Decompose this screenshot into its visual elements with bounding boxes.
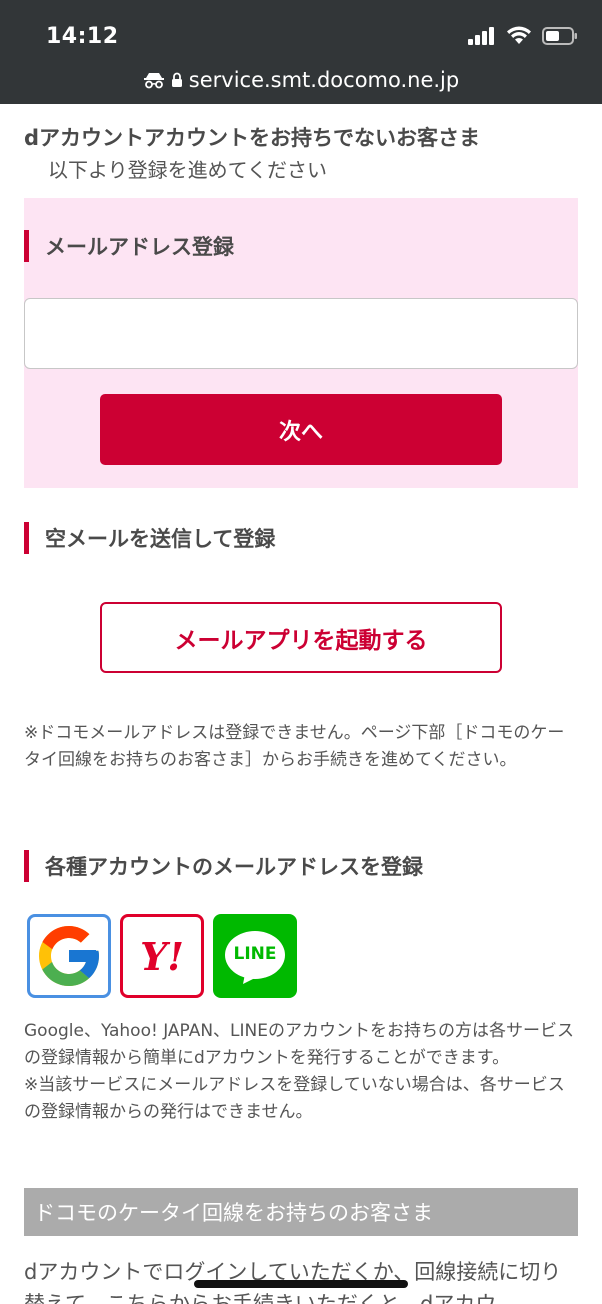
yahoo-logo-text: Y! (140, 933, 184, 979)
email-input[interactable] (24, 298, 578, 369)
docomo-line-section-band: ドコモのケータイ回線をお持ちのお客さま (24, 1188, 578, 1236)
heading-bar (24, 230, 29, 262)
wifi-icon (507, 26, 531, 44)
email-registration-panel: メールアドレス登録 次へ (24, 198, 578, 488)
account-icons-row: Y! LINE (27, 914, 297, 998)
url-text: service.smt.docomo.ne.jp (188, 68, 460, 92)
line-logo-text: LINE (233, 944, 277, 964)
intro-subtitle: 以下より登録を進めてください (48, 158, 327, 182)
line-icon[interactable]: LINE (213, 914, 297, 998)
empty-mail-section-title: 空メールを送信して登録 (45, 527, 276, 551)
accounts-description: Google、Yahoo! JAPAN、LINEのアカウントをお持ちの方は各サー… (24, 1018, 580, 1126)
accounts-description-2: ※当該サービスにメールアドレスを登録していない場合は、各サービスの登録情報からの… (24, 1075, 565, 1122)
status-bar: 14:12 service.smt.docomo.ne.jp (0, 0, 602, 104)
heading-bar (24, 522, 29, 554)
status-time: 14:12 (46, 24, 119, 49)
address-bar[interactable]: service.smt.docomo.ne.jp (0, 68, 602, 92)
battery-icon (542, 27, 577, 45)
docomo-mail-note: ※ドコモメールアドレスは登録できません。ページ下部［ドコモのケータイ回線をお持ち… (24, 723, 565, 770)
empty-mail-section-heading: 空メールを送信して登録 (24, 522, 275, 554)
launch-mail-app-button[interactable]: メールアプリを起動する (100, 602, 502, 673)
intro-title: dアカウントアカウントをお持ちでないお客さま (24, 126, 481, 150)
signal-icon (468, 27, 494, 45)
email-section-title: メールアドレス登録 (45, 235, 234, 259)
home-indicator[interactable] (194, 1280, 408, 1288)
incognito-icon (143, 73, 164, 89)
accounts-section-heading: 各種アカウントのメールアドレスを登録 (24, 850, 423, 882)
status-icons (468, 26, 578, 46)
accounts-section-title: 各種アカウントのメールアドレスを登録 (45, 855, 423, 879)
heading-bar (24, 850, 29, 882)
lock-icon (171, 72, 182, 87)
next-button[interactable]: 次へ (100, 394, 502, 465)
email-section-heading: メールアドレス登録 (24, 230, 234, 262)
accounts-description-1: Google、Yahoo! JAPAN、LINEのアカウントをお持ちの方は各サー… (24, 1021, 575, 1068)
yahoo-japan-icon[interactable]: Y! (120, 914, 204, 998)
google-icon[interactable] (27, 914, 111, 998)
